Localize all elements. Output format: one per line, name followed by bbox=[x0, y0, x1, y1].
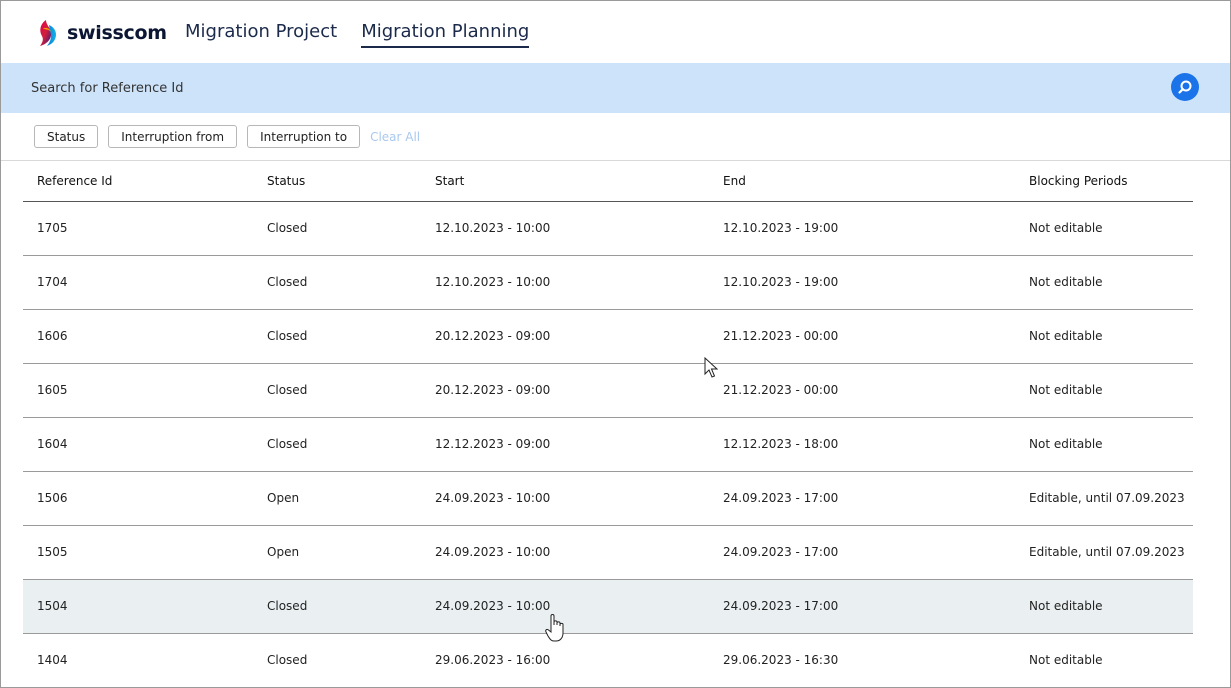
cell-end: 24.09.2023 - 17:00 bbox=[723, 579, 1021, 634]
column-header-blocking-periods[interactable]: Blocking Periods bbox=[1021, 161, 1193, 202]
cell-start: 24.09.2023 - 10:00 bbox=[435, 579, 723, 634]
cell-reference-id: 1606 bbox=[23, 309, 267, 364]
cell-blocking-periods: Not editable bbox=[1021, 579, 1193, 634]
cell-status: Open bbox=[267, 471, 435, 526]
cell-status: Closed bbox=[267, 579, 435, 634]
column-header-reference-id[interactable]: Reference Id bbox=[23, 161, 267, 202]
cell-end: 29.06.2023 - 16:30 bbox=[723, 633, 1021, 687]
cell-start: 24.09.2023 - 10:00 bbox=[435, 471, 723, 526]
cell-status: Open bbox=[267, 525, 435, 580]
cell-start: 20.12.2023 - 09:00 bbox=[435, 309, 723, 364]
table-row[interactable]: 1504 Closed 24.09.2023 - 10:00 24.09.202… bbox=[23, 579, 1193, 634]
migration-planning-table: Reference Id Status Start End Blocking P… bbox=[23, 161, 1193, 687]
search-band bbox=[1, 63, 1230, 113]
cell-status: Closed bbox=[267, 633, 435, 687]
cell-blocking-periods: Not editable bbox=[1021, 309, 1193, 364]
nav-migration-planning[interactable]: Migration Planning bbox=[361, 21, 530, 48]
column-header-status[interactable]: Status bbox=[267, 161, 435, 202]
table-row[interactable]: 1604 Closed 12.12.2023 - 09:00 12.12.202… bbox=[23, 417, 1193, 472]
cell-reference-id: 1505 bbox=[23, 525, 267, 580]
filter-interruption-to-chip[interactable]: Interruption to bbox=[247, 125, 361, 148]
search-button[interactable] bbox=[1171, 73, 1199, 101]
cell-reference-id: 1604 bbox=[23, 417, 267, 472]
cell-start: 12.10.2023 - 10:00 bbox=[435, 201, 723, 256]
cell-blocking-periods[interactable]: Editable, until 07.09.2023 bbox=[1021, 471, 1193, 526]
nav-migration-project[interactable]: Migration Project bbox=[185, 21, 337, 48]
cell-blocking-periods: Not editable bbox=[1021, 633, 1193, 687]
cell-status: Closed bbox=[267, 309, 435, 364]
column-header-start[interactable]: Start bbox=[435, 161, 723, 202]
column-header-end[interactable]: End bbox=[723, 161, 1021, 202]
filter-interruption-from-chip[interactable]: Interruption from bbox=[108, 125, 238, 148]
cell-reference-id: 1705 bbox=[23, 201, 267, 256]
table-row[interactable]: 1704 Closed 12.10.2023 - 10:00 12.10.202… bbox=[23, 255, 1193, 310]
table-row[interactable]: 1404 Closed 29.06.2023 - 16:00 29.06.202… bbox=[23, 633, 1193, 687]
filter-bar: Status Interruption from Interruption to… bbox=[34, 125, 420, 148]
cell-status: Closed bbox=[267, 363, 435, 418]
cell-start: 12.10.2023 - 10:00 bbox=[435, 255, 723, 310]
table-header-row: Reference Id Status Start End Blocking P… bbox=[23, 161, 1193, 202]
cell-end: 12.12.2023 - 18:00 bbox=[723, 417, 1021, 472]
cell-end: 12.10.2023 - 19:00 bbox=[723, 255, 1021, 310]
cell-start: 29.06.2023 - 16:00 bbox=[435, 633, 723, 687]
cell-end: 24.09.2023 - 17:00 bbox=[723, 525, 1021, 580]
app-window: swisscom Migration Project Migration Pla… bbox=[0, 0, 1231, 688]
brand[interactable]: swisscom bbox=[37, 19, 167, 47]
table-row[interactable]: 1506 Open 24.09.2023 - 10:00 24.09.2023 … bbox=[23, 471, 1193, 526]
top-bar: swisscom Migration Project Migration Pla… bbox=[1, 1, 1230, 63]
cell-blocking-periods: Not editable bbox=[1021, 201, 1193, 256]
cell-reference-id: 1605 bbox=[23, 363, 267, 418]
table-row[interactable]: 1705 Closed 12.10.2023 - 10:00 12.10.202… bbox=[23, 201, 1193, 256]
cell-start: 24.09.2023 - 10:00 bbox=[435, 525, 723, 580]
cell-end: 21.12.2023 - 00:00 bbox=[723, 363, 1021, 418]
filter-status-chip[interactable]: Status bbox=[34, 125, 99, 148]
swisscom-logo-icon bbox=[40, 20, 57, 46]
search-input[interactable] bbox=[21, 73, 1161, 103]
cell-reference-id: 1506 bbox=[23, 471, 267, 526]
cell-blocking-periods: Not editable bbox=[1021, 363, 1193, 418]
cell-reference-id: 1404 bbox=[23, 633, 267, 687]
cell-status: Closed bbox=[267, 201, 435, 256]
cell-start: 20.12.2023 - 09:00 bbox=[435, 363, 723, 418]
cell-reference-id: 1504 bbox=[23, 579, 267, 634]
cell-start: 12.12.2023 - 09:00 bbox=[435, 417, 723, 472]
cell-status: Closed bbox=[267, 255, 435, 310]
cell-reference-id: 1704 bbox=[23, 255, 267, 310]
cell-blocking-periods[interactable]: Editable, until 07.09.2023 bbox=[1021, 525, 1193, 580]
brand-name: swisscom bbox=[67, 22, 167, 44]
cell-blocking-periods: Not editable bbox=[1021, 417, 1193, 472]
cell-blocking-periods: Not editable bbox=[1021, 255, 1193, 310]
table-row[interactable]: 1505 Open 24.09.2023 - 10:00 24.09.2023 … bbox=[23, 525, 1193, 580]
table-row[interactable]: 1605 Closed 20.12.2023 - 09:00 21.12.202… bbox=[23, 363, 1193, 418]
cell-end: 12.10.2023 - 19:00 bbox=[723, 201, 1021, 256]
clear-all-link[interactable]: Clear All bbox=[370, 130, 420, 144]
table-row[interactable]: 1606 Closed 20.12.2023 - 09:00 21.12.202… bbox=[23, 309, 1193, 364]
cell-end: 21.12.2023 - 00:00 bbox=[723, 309, 1021, 364]
cell-status: Closed bbox=[267, 417, 435, 472]
main-nav: Migration Project Migration Planning bbox=[185, 21, 530, 48]
search-icon bbox=[1178, 80, 1192, 94]
cell-end: 24.09.2023 - 17:00 bbox=[723, 471, 1021, 526]
